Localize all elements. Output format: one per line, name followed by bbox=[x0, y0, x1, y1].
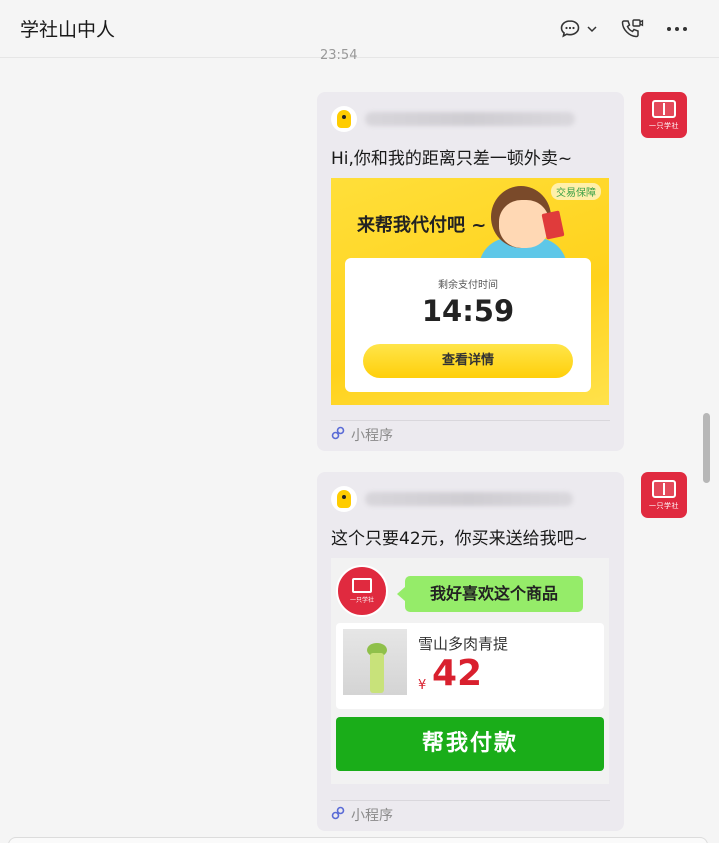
card-preview-image: 交易保障 来帮我代付吧 ~ 剩余支付时间 14:59 查看详情 bbox=[331, 178, 609, 405]
product-image bbox=[343, 629, 407, 695]
message-timestamp: 23:54 bbox=[320, 48, 358, 63]
chat-title: 学社山中人 bbox=[20, 19, 116, 41]
miniprogram-label: 小程序 bbox=[351, 427, 393, 444]
card-header bbox=[331, 106, 575, 132]
miniprogram-card[interactable]: Hi,你和我的距离只差一顿外卖~ 交易保障 来帮我代付吧 ~ 剩余支付时间 14… bbox=[317, 92, 624, 451]
shop-logo-label: 一只学社 bbox=[349, 597, 374, 604]
product-price: 42 bbox=[432, 653, 483, 694]
card-footer: 小程序 bbox=[331, 800, 610, 828]
miniprogram-label: 小程序 bbox=[351, 807, 393, 824]
miniprogram-logo-icon bbox=[331, 106, 357, 132]
pay-for-me-button: 帮我付款 bbox=[336, 717, 604, 771]
countdown-timer: 14:59 bbox=[421, 294, 515, 328]
scrollbar-thumb[interactable] bbox=[703, 413, 710, 483]
avatar-label: 一只学社 bbox=[649, 121, 679, 130]
card-message-text: Hi,你和我的距离只差一顿外卖~ bbox=[331, 149, 573, 169]
more-icon[interactable] bbox=[664, 14, 690, 44]
image-headline: 来帮我代付吧 ~ bbox=[357, 215, 487, 236]
miniprogram-card[interactable]: 这个只要42元，你买来送给我吧~ 一只学社 我好喜欢这个商品 雪山多肉青提 ¥ … bbox=[317, 472, 624, 831]
product-name: 雪山多肉青提 bbox=[418, 635, 509, 653]
book-icon bbox=[352, 578, 372, 593]
avatar-label: 一只学社 bbox=[649, 501, 679, 510]
currency-symbol: ¥ bbox=[418, 678, 427, 693]
view-details-button: 查看详情 bbox=[363, 344, 573, 378]
phone-video-icon[interactable] bbox=[618, 14, 646, 44]
character-face bbox=[499, 200, 549, 248]
sender-avatar[interactable]: 一只学社 bbox=[641, 92, 687, 138]
speech-bubble: 我好喜欢这个商品 bbox=[397, 576, 583, 612]
card-preview-image: 一只学社 我好喜欢这个商品 雪山多肉青提 ¥ 42 帮我付款 bbox=[331, 558, 609, 784]
blurred-app-name bbox=[365, 112, 575, 126]
chat-header: 学社山中人 bbox=[0, 0, 719, 58]
remaining-time-label: 剩余支付时间 bbox=[438, 280, 498, 291]
book-icon bbox=[652, 99, 676, 118]
card-footer: 小程序 bbox=[331, 420, 610, 448]
product-card: 雪山多肉青提 ¥ 42 bbox=[336, 623, 604, 709]
blurred-app-name bbox=[365, 492, 573, 506]
trade-guarantee-badge: 交易保障 bbox=[551, 183, 601, 200]
chat-bubble-icon[interactable] bbox=[557, 14, 583, 44]
miniprogram-logo-icon bbox=[331, 486, 357, 512]
message-input-area[interactable] bbox=[8, 837, 708, 843]
miniprogram-link-icon bbox=[331, 806, 345, 824]
chevron-down-icon[interactable] bbox=[585, 14, 599, 44]
sender-avatar[interactable]: 一只学社 bbox=[641, 472, 687, 518]
card-message-text: 这个只要42元，你买来送给我吧~ bbox=[331, 529, 588, 549]
miniprogram-link-icon bbox=[331, 426, 345, 444]
book-icon bbox=[652, 479, 676, 498]
payment-panel: 剩余支付时间 14:59 查看详情 bbox=[345, 258, 591, 392]
card-header bbox=[331, 486, 573, 512]
shop-logo: 一只学社 bbox=[336, 565, 388, 617]
